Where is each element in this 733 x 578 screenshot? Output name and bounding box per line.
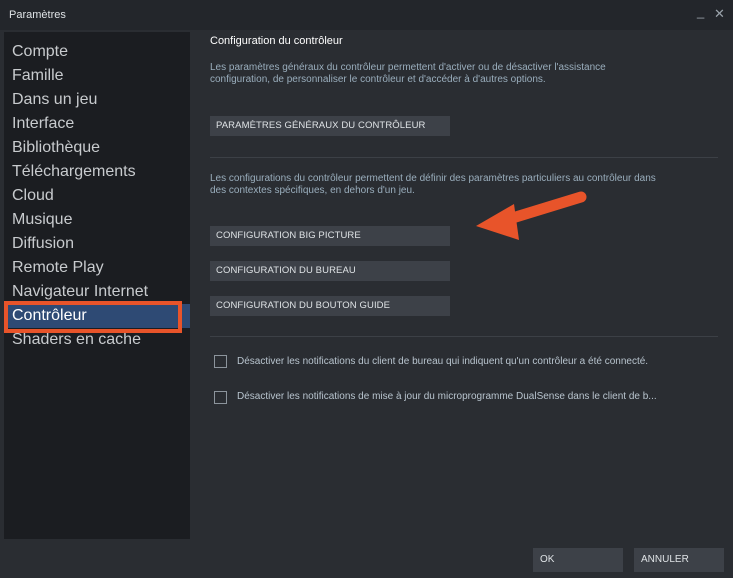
footer: OK ANNULER <box>0 540 733 578</box>
title-bar: Paramètres _ ✕ <box>0 0 733 30</box>
divider <box>210 157 718 158</box>
sidebar-item-dans-un-jeu[interactable]: Dans un jeu <box>4 88 190 112</box>
sidebar-item-bibliotheque[interactable]: Bibliothèque <box>4 136 190 160</box>
guide-button-config-button[interactable]: CONFIGURATION DU BOUTON GUIDE <box>210 296 450 316</box>
annotation-highlight-box <box>4 301 182 333</box>
general-settings-button[interactable]: PARAMÈTRES GÉNÉRAUX DU CONTRÔLEUR <box>210 116 450 136</box>
config-description-line1: Les configurations du contrôleur permett… <box>210 173 656 184</box>
sidebar-item-musique[interactable]: Musique <box>4 208 190 232</box>
sidebar: Compte Famille Dans un jeu Interface Bib… <box>4 32 190 539</box>
main-panel: Configuration du contrôleur Les paramètr… <box>196 30 733 540</box>
config-description-line2: des contextes spécifiques, en dehors d'u… <box>210 185 415 196</box>
dualsense-update-notification-label: Désactiver les notifications de mise à j… <box>237 391 657 402</box>
big-picture-config-button[interactable]: CONFIGURATION BIG PICTURE <box>210 226 450 246</box>
section-title: Configuration du contrôleur <box>210 35 343 47</box>
annotation-arrow-icon <box>476 191 587 240</box>
window-title: Paramètres <box>9 9 66 21</box>
minimize-icon[interactable]: _ <box>697 4 704 19</box>
general-description-line1: Les paramètres généraux du contrôleur pe… <box>210 62 606 73</box>
sidebar-item-telechargements[interactable]: Téléchargements <box>4 160 190 184</box>
sidebar-item-cloud[interactable]: Cloud <box>4 184 190 208</box>
ok-button[interactable]: OK <box>533 548 623 572</box>
desktop-config-button[interactable]: CONFIGURATION DU BUREAU <box>210 261 450 281</box>
sidebar-item-remote-play[interactable]: Remote Play <box>4 256 190 280</box>
sidebar-item-famille[interactable]: Famille <box>4 64 190 88</box>
dualsense-update-notification-checkbox[interactable] <box>214 391 227 404</box>
controller-connected-notification-label: Désactiver les notifications du client d… <box>237 356 649 367</box>
general-description-line2: configuration, de personnaliser le contr… <box>210 74 546 85</box>
sidebar-item-compte[interactable]: Compte <box>4 40 190 64</box>
sidebar-item-diffusion[interactable]: Diffusion <box>4 232 190 256</box>
divider <box>210 336 718 337</box>
close-icon[interactable]: ✕ <box>714 6 725 22</box>
cancel-button[interactable]: ANNULER <box>634 548 724 572</box>
sidebar-item-interface[interactable]: Interface <box>4 112 190 136</box>
controller-connected-notification-checkbox[interactable] <box>214 355 227 368</box>
